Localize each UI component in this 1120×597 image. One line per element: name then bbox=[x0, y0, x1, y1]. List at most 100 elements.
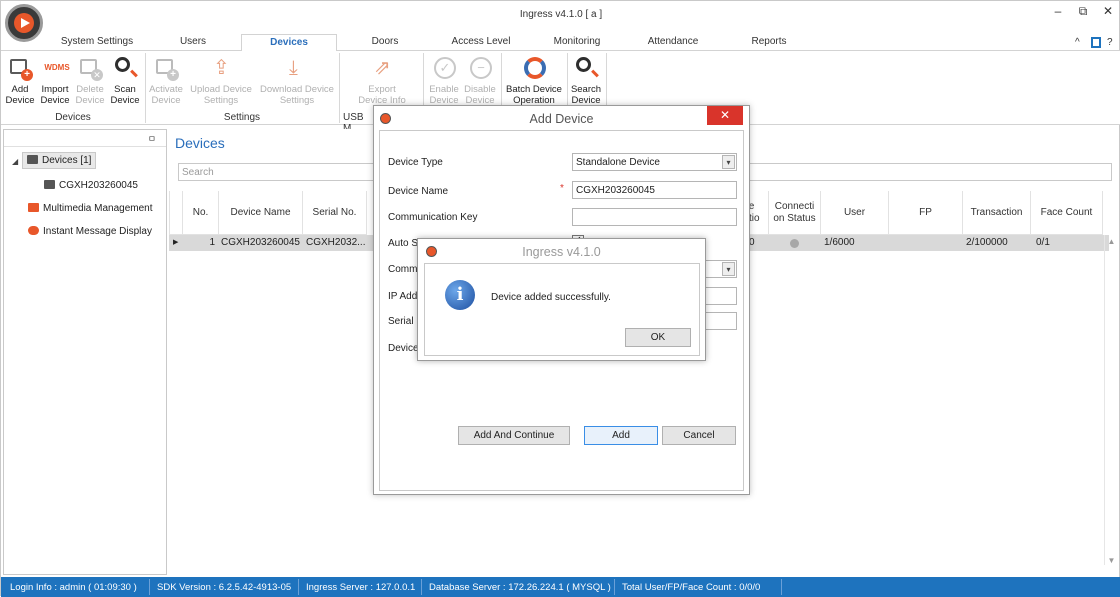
delete-device-button[interactable]: ✕ Delete Device bbox=[74, 55, 106, 106]
add-and-continue-button[interactable]: Add And Continue bbox=[458, 426, 570, 445]
search-icon bbox=[112, 55, 138, 81]
device-type-select[interactable]: Standalone Device ▾ bbox=[572, 153, 737, 171]
required-marker: * bbox=[560, 183, 564, 194]
search-device-button[interactable]: Search Device bbox=[569, 55, 603, 106]
add-device-button[interactable]: + Add Device bbox=[4, 55, 36, 106]
status-ingress-server: Ingress Server : 127.0.0.1 bbox=[306, 582, 416, 593]
cancel-button[interactable]: Cancel bbox=[662, 426, 736, 445]
device-label: Device bbox=[388, 343, 419, 354]
status-sdk: SDK Version : 6.2.5.42-4913-05 bbox=[157, 582, 292, 593]
cell-fp bbox=[892, 235, 952, 251]
status-totals: Total User/FP/Face Count : 0/0/0 bbox=[622, 582, 761, 593]
cell-no: 1 bbox=[209, 237, 215, 248]
column-header-connection-status[interactable]: Connecti on Status bbox=[769, 191, 821, 235]
film-icon bbox=[28, 203, 39, 212]
tab-attendance[interactable]: Attendance bbox=[627, 34, 719, 51]
tab-access-level[interactable]: Access Level bbox=[435, 34, 527, 51]
column-header-fp[interactable]: FP bbox=[889, 191, 963, 235]
import-device-button[interactable]: WDMS Import Device bbox=[38, 55, 72, 106]
disable-device-button[interactable]: − Disable Device bbox=[463, 55, 497, 106]
batch-device-operation-button[interactable]: Batch Device Operation bbox=[504, 55, 564, 106]
scroll-up-icon[interactable]: ▲ bbox=[1105, 237, 1118, 246]
pin-icon[interactable]: ㅁ bbox=[148, 132, 156, 145]
device-icon bbox=[27, 155, 38, 164]
dialog-title: Add Device bbox=[529, 112, 594, 126]
column-header-face-count[interactable]: Face Count bbox=[1031, 191, 1103, 235]
help-icon[interactable]: ^ bbox=[1075, 37, 1080, 48]
enable-device-button[interactable]: ✓ Enable Device bbox=[427, 55, 461, 106]
tab-devices[interactable]: Devices bbox=[241, 34, 337, 52]
upload-device-settings-button[interactable]: ⇪ Upload Device Settings bbox=[187, 55, 255, 106]
sync-icon bbox=[521, 55, 547, 81]
column-header-user[interactable]: User bbox=[821, 191, 889, 235]
delete-device-icon: ✕ bbox=[77, 55, 103, 81]
ribbon-separator bbox=[339, 53, 340, 123]
column-header-transaction[interactable]: Transaction bbox=[963, 191, 1031, 235]
activate-device-button[interactable]: + Activate Device bbox=[147, 55, 185, 106]
export-icon: ⇗ bbox=[374, 57, 391, 79]
tab-users[interactable]: Users bbox=[151, 34, 235, 51]
ok-button[interactable]: OK bbox=[625, 328, 691, 347]
collapse-ribbon-icon[interactable]: ? bbox=[1107, 37, 1113, 48]
tree-item-multimedia[interactable]: Multimedia Management bbox=[28, 203, 153, 214]
add-device-icon: + bbox=[7, 55, 33, 81]
table-scrollbar[interactable]: ▲ ▼ bbox=[1104, 235, 1118, 565]
scroll-down-icon[interactable]: ▼ bbox=[1105, 556, 1118, 565]
status-bar: Login Info : admin ( 01:09:30 ) SDK Vers… bbox=[1, 577, 1120, 597]
chevron-down-icon: ▾ bbox=[722, 262, 735, 276]
communication-key-label: Communication Key bbox=[388, 212, 478, 223]
office-icon[interactable] bbox=[1091, 37, 1101, 48]
column-header-device-name[interactable]: Device Name bbox=[219, 191, 303, 235]
close-icon[interactable]: ✕ bbox=[707, 106, 743, 125]
app-window: Ingress v4.1.0 [ a ] ‒ ⧉ ✕ System Settin… bbox=[0, 0, 1120, 597]
menu-tabs: System Settings Users Devices Doors Acce… bbox=[1, 34, 1120, 52]
search-icon bbox=[573, 55, 599, 81]
status-db-server: Database Server : 172.26.224.1 ( MYSQL ) bbox=[429, 582, 611, 593]
row-pointer-icon: ▶ bbox=[173, 239, 179, 246]
info-icon: i bbox=[445, 280, 475, 310]
check-circle-icon: ✓ bbox=[431, 55, 457, 81]
column-header-no[interactable]: No. bbox=[183, 191, 219, 235]
connection-status-dot bbox=[790, 239, 799, 248]
row-indicator-header bbox=[169, 191, 183, 235]
restore-button[interactable]: ⧉ bbox=[1074, 4, 1092, 19]
close-button[interactable]: ✕ bbox=[1099, 4, 1117, 18]
export-device-info-button[interactable]: ⇗ Export Device Info bbox=[355, 55, 409, 106]
message-dialog-title: Ingress v4.1.0 bbox=[522, 245, 601, 259]
device-name-input[interactable]: CGXH203260045 bbox=[572, 181, 737, 199]
device-name-label: Device Name bbox=[388, 186, 449, 197]
wdms-icon: WDMS bbox=[44, 63, 70, 72]
status-login: Login Info : admin ( 01:09:30 ) bbox=[10, 582, 137, 593]
tab-monitoring[interactable]: Monitoring bbox=[531, 34, 623, 51]
tab-doors[interactable]: Doors bbox=[341, 34, 429, 51]
scan-device-button[interactable]: Scan Device bbox=[109, 55, 141, 106]
communication-key-input[interactable] bbox=[572, 208, 737, 226]
ribbon-group-settings-label: Settings bbox=[223, 112, 261, 123]
tab-reports[interactable]: Reports bbox=[723, 34, 815, 51]
cell-serial-no: CGXH2032... bbox=[306, 237, 366, 248]
cell-face-count: 0/1 bbox=[1036, 237, 1050, 248]
upload-icon: ⇪ bbox=[213, 57, 230, 79]
minus-circle-icon: − bbox=[467, 55, 493, 81]
chevron-down-icon: ▾ bbox=[722, 155, 735, 169]
tree-item-instant-message[interactable]: Instant Message Display bbox=[28, 226, 152, 237]
page-title: Devices bbox=[175, 135, 225, 151]
add-button[interactable]: Add bbox=[584, 426, 658, 445]
activate-device-icon: + bbox=[153, 55, 179, 81]
message-icon bbox=[28, 226, 39, 235]
message-text: Device added successfully. bbox=[491, 292, 611, 303]
cell-device-name: CGXH203260045 bbox=[221, 237, 300, 248]
minimize-button[interactable]: ‒ bbox=[1049, 4, 1067, 18]
tree-item-devices[interactable]: Devices [1] bbox=[22, 152, 97, 169]
tab-system-settings[interactable]: System Settings bbox=[47, 34, 147, 51]
cell-user: 1/6000 bbox=[824, 237, 855, 248]
tree-item-device[interactable]: CGXH203260045 bbox=[44, 180, 138, 191]
cell-transaction: 2/100000 bbox=[966, 237, 1008, 248]
window-title: Ingress v4.1.0 [ a ] bbox=[519, 9, 603, 20]
expand-toggle-icon[interactable]: ◢ bbox=[12, 157, 18, 166]
dialog-titlebar[interactable]: Add Device ✕ bbox=[374, 106, 749, 130]
download-icon: ⤓ bbox=[289, 57, 298, 79]
message-dialog: Ingress v4.1.0 i Device added successful… bbox=[417, 238, 706, 361]
column-header-serial-no[interactable]: Serial No. bbox=[303, 191, 367, 235]
download-device-settings-button[interactable]: ⤓ Download Device Settings bbox=[257, 55, 337, 106]
